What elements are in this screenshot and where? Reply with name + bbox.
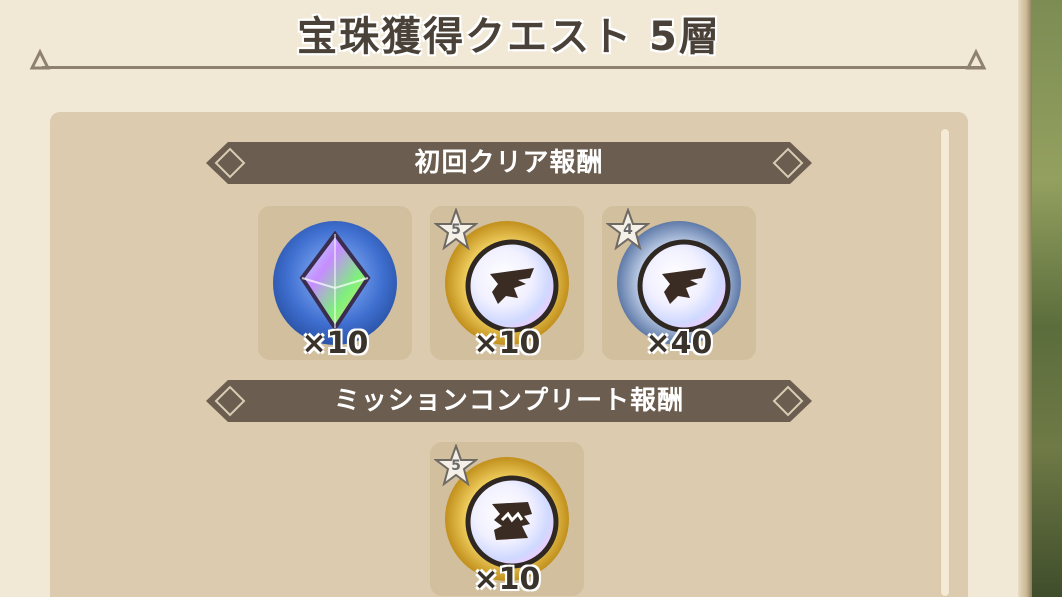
- background-scenery: [1030, 0, 1062, 597]
- reward-quantity: ×10: [301, 326, 369, 361]
- section-label: ミッションコンプリート報酬: [333, 386, 685, 416]
- star-rank: 5: [451, 458, 461, 474]
- reward-tile[interactable]: 5 ×10: [430, 442, 584, 597]
- star-rank-badge: 4: [605, 207, 651, 252]
- reward-quantity: ×10: [473, 326, 541, 361]
- reward-tile[interactable]: 5 ×10: [430, 206, 584, 361]
- star-rank: 5: [451, 222, 461, 238]
- star-rank-badge: 5: [433, 443, 479, 488]
- section-banner-mission-complete: ミッションコンプリート報酬: [206, 380, 812, 422]
- scrollbar[interactable]: [940, 128, 950, 597]
- star-rank-badge: 5: [433, 207, 479, 252]
- reward-quantity: ×10: [473, 562, 541, 597]
- star-rank: 4: [623, 222, 633, 238]
- reward-quantity: ×40: [645, 326, 713, 361]
- section-banner-first-clear: 初回クリア報酬: [206, 142, 812, 184]
- reward-tile[interactable]: 4 ×40: [602, 206, 756, 361]
- panel-right-edge: [1018, 0, 1032, 597]
- section-label: 初回クリア報酬: [414, 148, 604, 178]
- page-title: 宝珠獲得クエスト 5層: [297, 14, 721, 60]
- title-divider: [42, 66, 982, 69]
- reward-tile[interactable]: ×10: [258, 206, 412, 361]
